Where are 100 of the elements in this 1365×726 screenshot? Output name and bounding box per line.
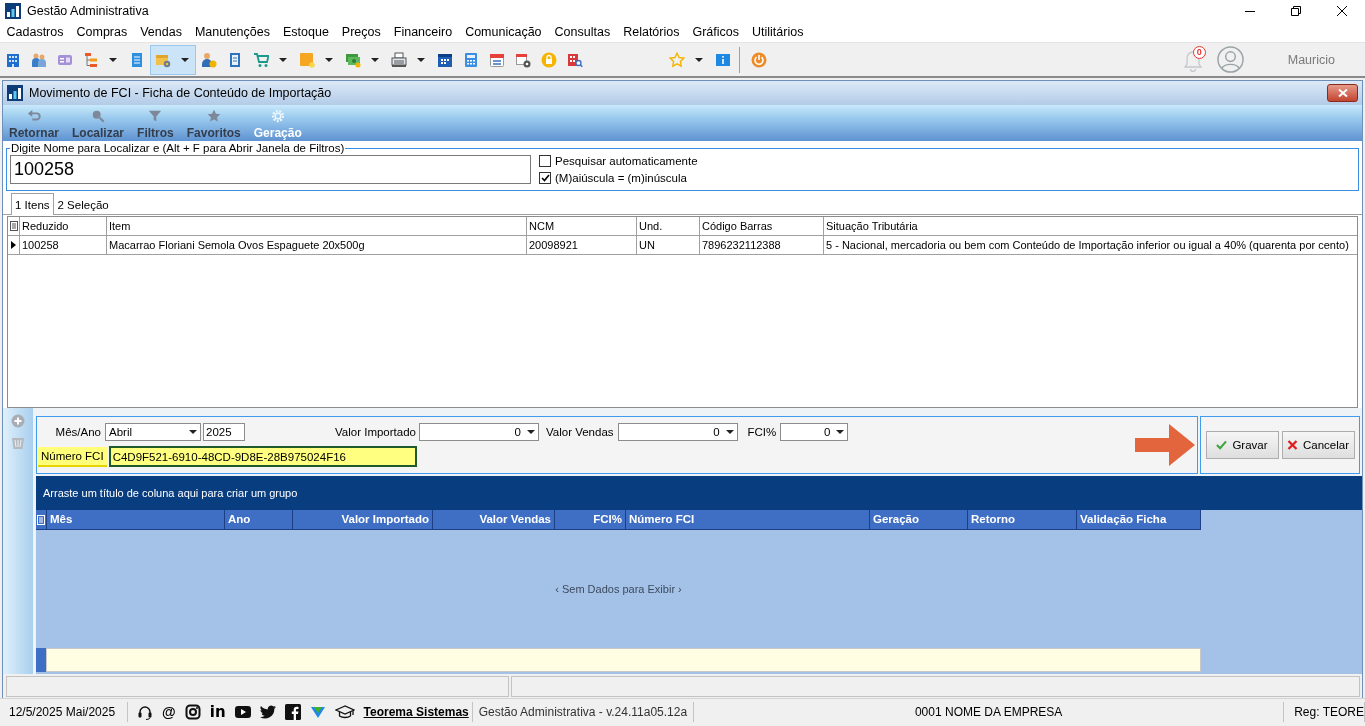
field-label: Valor Importado bbox=[335, 425, 416, 438]
banknote-icon bbox=[345, 51, 361, 68]
window-close-button[interactable] bbox=[1327, 84, 1358, 102]
user-avatar-icon[interactable] bbox=[1216, 46, 1244, 73]
star-icon bbox=[206, 109, 221, 123]
calculator-icon bbox=[463, 51, 479, 68]
table-cell-text: 5 - Nacional, mercadoria ou bem com Conteúdo de Importação inferior ou igual a 40% (quarenta por cento) bbox=[825, 238, 1350, 253]
column-header[interactable]: Número FCI bbox=[626, 510, 870, 529]
checkbox[interactable] bbox=[539, 172, 551, 184]
field-label: FCI% bbox=[747, 425, 777, 438]
amount-dropdown[interactable]: 0 bbox=[418, 422, 539, 441]
hierarchy-icon bbox=[83, 51, 99, 68]
search-legend: Digite Nome para Localizar e (Alt + F para Abrir Janela de Filtros) bbox=[10, 142, 346, 155]
column-header[interactable]: Geração bbox=[870, 510, 968, 529]
month-dropdown[interactable]: Abril bbox=[105, 422, 201, 441]
caret-icon bbox=[325, 57, 333, 62]
menu-item[interactable]: Consultas bbox=[548, 23, 617, 41]
app-logo-icon bbox=[5, 3, 21, 19]
checkmark-icon bbox=[540, 174, 550, 182]
caret-icon bbox=[279, 57, 287, 62]
registration-text: Reg: TEORE bbox=[1284, 701, 1365, 722]
bird-icon[interactable] bbox=[259, 703, 276, 720]
column-header[interactable]: Valor Importado bbox=[293, 510, 433, 529]
column-header[interactable]: Und. bbox=[637, 217, 700, 235]
add-icon[interactable] bbox=[11, 414, 25, 428]
menu-item[interactable]: Gráficos bbox=[685, 23, 746, 41]
column-header[interactable]: Retorno bbox=[968, 510, 1077, 529]
star-icon bbox=[669, 51, 685, 68]
email-link[interactable]: @ bbox=[162, 703, 176, 720]
menu-item[interactable]: Financeiro bbox=[387, 23, 459, 41]
undo-arrow-icon bbox=[27, 109, 41, 123]
menu-item[interactable]: Preços bbox=[335, 23, 388, 41]
column-header[interactable]: Reduzido bbox=[20, 217, 107, 235]
document-icon bbox=[227, 51, 243, 68]
year-field[interactable]: 2025 bbox=[203, 422, 245, 441]
caret-icon bbox=[526, 429, 535, 434]
tab[interactable]: 1 Itens bbox=[11, 193, 54, 215]
menu-item[interactable]: Cadastros bbox=[0, 23, 70, 41]
minimize-icon bbox=[1245, 10, 1255, 12]
camera-icon[interactable] bbox=[184, 703, 201, 720]
user-name[interactable]: Mauricio bbox=[1287, 52, 1335, 67]
column-header[interactable]: Valor Vendas bbox=[433, 510, 555, 529]
menu-item[interactable]: Manutenções bbox=[188, 23, 277, 41]
empty-message: ‹ Sem Dados para Exibir › bbox=[555, 583, 682, 595]
printer-icon bbox=[391, 51, 407, 68]
close-icon bbox=[1337, 89, 1348, 97]
column-header[interactable]: NCM bbox=[527, 217, 637, 235]
checkbox-label[interactable]: Pesquisar automaticamente bbox=[555, 155, 698, 167]
column-header[interactable]: Item bbox=[107, 217, 527, 235]
caret-icon bbox=[836, 429, 845, 434]
square-logo-icon[interactable] bbox=[284, 703, 301, 720]
menu-item[interactable]: Relatórios bbox=[616, 23, 686, 41]
column-header[interactable]: FCI% bbox=[555, 510, 626, 529]
calendar-gear-icon bbox=[515, 51, 531, 68]
table-cell: Macarrao Floriani Semola Ovos Espaguete 20x500g bbox=[107, 236, 527, 254]
note-icon bbox=[299, 51, 315, 68]
column-header[interactable]: Ano bbox=[225, 510, 293, 529]
footer-row-indicator bbox=[36, 648, 46, 672]
form-button[interactable]: Gravar bbox=[1205, 431, 1279, 459]
column-header[interactable]: Mês bbox=[47, 510, 225, 529]
headset-icon[interactable] bbox=[137, 703, 154, 720]
company-name: 0001 NOME DA EMPRESA bbox=[694, 701, 1285, 722]
close-icon bbox=[1287, 440, 1298, 450]
amount-dropdown[interactable]: 0 bbox=[780, 422, 849, 441]
bell-icon[interactable] bbox=[1182, 49, 1203, 72]
fci-number-field[interactable]: C4D9F521-6910-48CD-9D8E-28B975024F16 bbox=[108, 446, 417, 467]
table-cell: UN bbox=[637, 236, 700, 254]
column-header[interactable]: Validação Ficha bbox=[1077, 510, 1201, 529]
graduation-cap-icon[interactable] bbox=[334, 703, 355, 720]
menu-item[interactable]: Estoque bbox=[276, 23, 336, 41]
tab[interactable]: 2 Seleção bbox=[53, 194, 113, 214]
menu-item[interactable]: Utilitários bbox=[745, 23, 810, 41]
lock-icon bbox=[541, 51, 557, 68]
arrow-icon bbox=[1135, 421, 1195, 469]
caret-icon bbox=[371, 57, 379, 62]
field-label: Mês/Ano bbox=[54, 425, 101, 438]
column-header[interactable]: Situação Tributária bbox=[824, 217, 1357, 235]
menu-item[interactable]: Vendas bbox=[133, 23, 189, 41]
current-row-icon bbox=[11, 241, 16, 249]
checkbox-label[interactable]: (M)aiúscula = (m)inúscula bbox=[555, 172, 687, 184]
document-icon bbox=[129, 51, 145, 68]
social-link[interactable]: in bbox=[209, 703, 226, 720]
caret-icon bbox=[181, 57, 189, 62]
play-icon[interactable] bbox=[234, 703, 251, 720]
checkbox[interactable] bbox=[539, 155, 551, 167]
status-date: 12/5/2025 Mai/2025 bbox=[0, 701, 129, 722]
website-link[interactable]: Teorema Sistemas bbox=[363, 703, 469, 720]
building-search-icon bbox=[567, 51, 583, 68]
amount-dropdown[interactable]: 0 bbox=[617, 422, 738, 441]
menu-item[interactable]: Compras bbox=[70, 23, 134, 41]
caret-icon bbox=[417, 57, 425, 62]
column-chooser-icon[interactable] bbox=[9, 221, 18, 231]
form-button[interactable]: Cancelar bbox=[1281, 431, 1355, 459]
gear-icon bbox=[270, 109, 285, 123]
calendar-icon bbox=[489, 51, 505, 68]
search-field[interactable]: 100258 bbox=[10, 155, 531, 184]
column-header[interactable]: Código Barras bbox=[700, 217, 824, 235]
person-coin-icon bbox=[201, 51, 217, 68]
menu-item[interactable]: Comunicação bbox=[458, 23, 549, 41]
window-logo-icon bbox=[7, 85, 23, 101]
